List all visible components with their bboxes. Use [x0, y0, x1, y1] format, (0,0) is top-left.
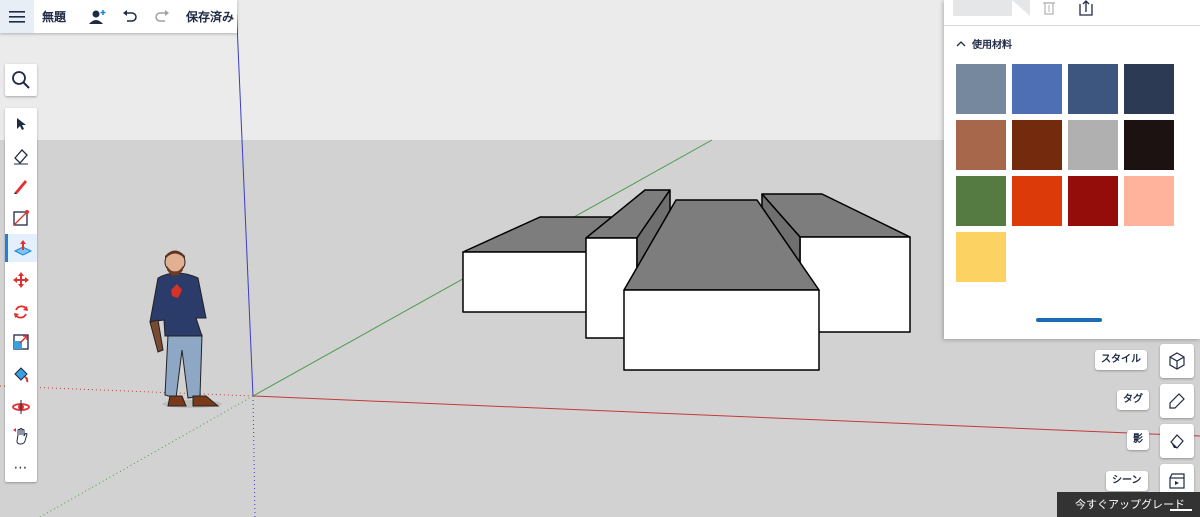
tags-button[interactable] [1160, 384, 1194, 418]
tool-palette: ⋯ [5, 108, 37, 482]
shadows-label[interactable]: 影 [1127, 430, 1149, 450]
scale-tool-icon[interactable] [5, 328, 37, 356]
chevron-up-icon [956, 40, 966, 46]
material-swatch[interactable] [956, 232, 1006, 282]
tags-label[interactable]: タグ [1117, 390, 1149, 410]
upgrade-underline [1170, 509, 1192, 511]
move-tool-icon[interactable] [5, 266, 37, 294]
material-swatch[interactable] [1012, 176, 1062, 226]
document-title[interactable]: 無題 [42, 8, 82, 25]
pan-tool-icon[interactable] [5, 422, 37, 450]
material-swatch[interactable] [956, 64, 1006, 114]
cube-icon [1169, 352, 1185, 370]
upgrade-label: 今すぐアップグレード [1075, 498, 1185, 511]
material-swatch[interactable] [956, 120, 1006, 170]
material-swatch[interactable] [1068, 120, 1118, 170]
tag-icon [1169, 393, 1185, 409]
undo-icon[interactable] [114, 0, 146, 33]
shadows-button[interactable] [1160, 424, 1194, 458]
orbit-tool-icon[interactable] [5, 392, 37, 420]
materials-section-title: 使用材料 [972, 40, 1012, 51]
styles-button[interactable] [1160, 344, 1194, 378]
materials-section-header[interactable]: 使用材料 [956, 36, 1012, 51]
search-icon [12, 71, 30, 89]
material-swatch[interactable] [1068, 64, 1118, 114]
preview-corner [1012, 0, 1030, 16]
more-tools-button[interactable]: ⋯ [5, 454, 37, 482]
material-swatch[interactable] [1068, 176, 1118, 226]
add-user-icon[interactable] [82, 0, 114, 33]
upgrade-button[interactable]: 今すぐアップグレード [1057, 492, 1200, 517]
panel-scrollbar[interactable] [1036, 318, 1102, 322]
material-swatch[interactable] [1012, 64, 1062, 114]
materials-panel: 使用材料 [944, 0, 1200, 339]
redo-icon[interactable] [146, 0, 178, 33]
material-swatch[interactable] [1012, 120, 1062, 170]
eraser-tool-icon[interactable] [5, 142, 37, 170]
search-button[interactable] [5, 64, 37, 96]
divider [944, 25, 1200, 26]
material-swatch[interactable] [1124, 64, 1174, 114]
material-swatch[interactable] [956, 176, 1006, 226]
save-status: 保存済み [186, 10, 235, 24]
select-tool-icon[interactable] [5, 110, 37, 138]
rotate-tool-icon[interactable] [5, 298, 37, 326]
paint-bucket-tool-icon[interactable] [5, 360, 37, 388]
clapperboard-icon [1169, 473, 1185, 489]
top-toolbar: 無題 保存済み [0, 0, 237, 33]
material-swatch[interactable] [1124, 120, 1174, 170]
push-pull-tool-icon[interactable] [5, 234, 37, 262]
trash-icon[interactable] [1042, 0, 1056, 20]
material-swatch[interactable] [1124, 176, 1174, 226]
export-icon[interactable] [1078, 0, 1094, 20]
shape-tool-icon[interactable] [5, 204, 37, 232]
styles-label[interactable]: スタイル [1095, 350, 1147, 370]
pencil-tool-icon[interactable] [5, 172, 37, 200]
menu-icon[interactable] [0, 0, 34, 33]
scenes-label[interactable]: シーン [1106, 471, 1148, 491]
eraser-shadow-icon [1170, 434, 1184, 449]
